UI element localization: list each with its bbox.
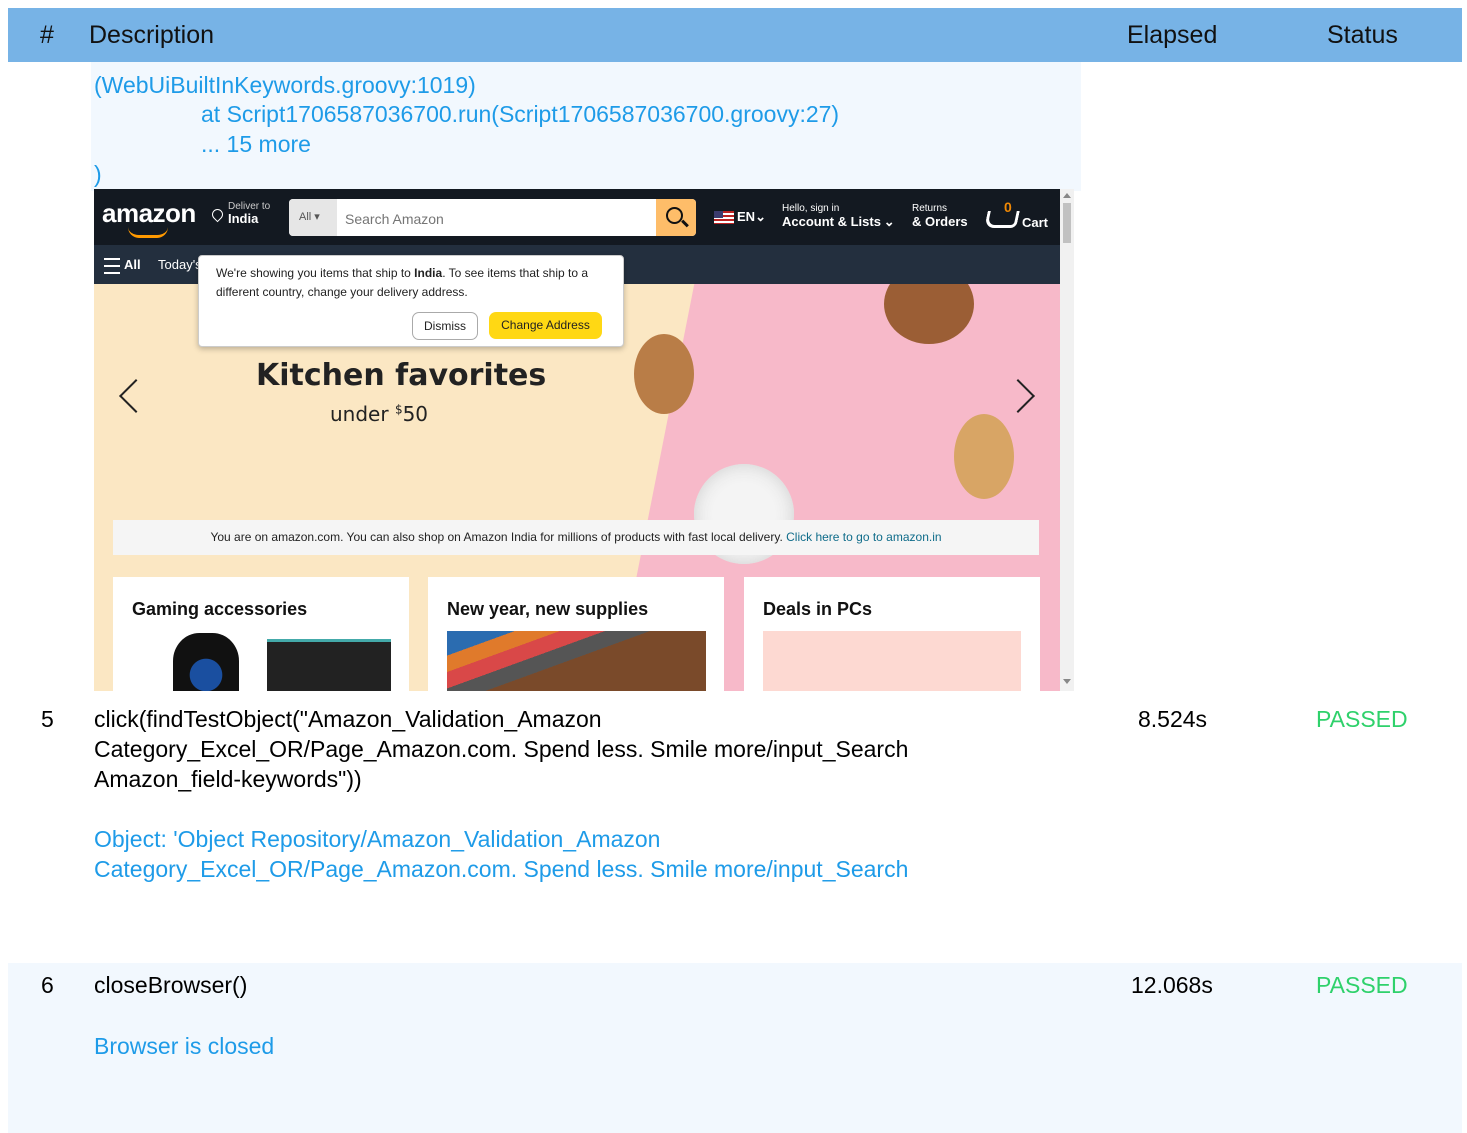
menu-icon[interactable] xyxy=(104,258,120,274)
card-title: Deals in PCs xyxy=(763,599,873,619)
keyboard-image xyxy=(267,639,391,691)
hello-label: Hello, sign in xyxy=(782,203,840,214)
hero-subtitle: under $50 xyxy=(330,402,428,426)
amazon-in-link[interactable]: Click here to go to amazon.in xyxy=(786,530,941,544)
cart-count: 0 xyxy=(1004,199,1012,215)
col-header-description: Description xyxy=(89,21,215,49)
cart-icon xyxy=(984,211,1020,228)
returns-label: Returns xyxy=(912,203,948,214)
screenshot-scrollbar[interactable] xyxy=(1060,189,1074,691)
log-line: at Script1706587036700.run(Script1706587… xyxy=(201,101,840,127)
popup-country: India xyxy=(414,266,443,280)
location-pin-icon xyxy=(209,206,226,223)
popup-text-part: We're showing you items that ship to xyxy=(216,266,415,280)
step-status: PASSED xyxy=(1316,706,1408,732)
scroll-up-icon[interactable] xyxy=(1063,193,1071,198)
us-flag-icon xyxy=(714,211,734,224)
deliver-country: India xyxy=(228,211,259,226)
wooden-spoon-image xyxy=(634,334,694,414)
col-header-elapsed: Elapsed xyxy=(1127,21,1218,49)
todays-deals-link[interactable]: Today's xyxy=(158,257,202,272)
pc-image xyxy=(763,631,1021,691)
search-button[interactable] xyxy=(656,199,696,236)
search-input[interactable] xyxy=(339,199,657,236)
language-label: EN xyxy=(737,209,756,224)
search-bar: All ▾ xyxy=(289,199,696,236)
orders-label: & Orders xyxy=(912,214,968,229)
step-detail[interactable]: Browser is closed xyxy=(94,1031,274,1061)
dismiss-button[interactable]: Dismiss xyxy=(412,312,478,340)
log-line: (WebUiBuiltInKeywords.groovy:1019) xyxy=(94,72,476,98)
hero-title: Kitchen favorites xyxy=(256,358,547,393)
col-header-num: # xyxy=(40,21,54,49)
step-description: closeBrowser() xyxy=(94,972,248,998)
step-status: PASSED xyxy=(1316,972,1408,998)
account-lists[interactable]: Hello, sign in Account & Lists ⌄ xyxy=(782,202,895,230)
step-elapsed: 8.524s xyxy=(1138,706,1208,732)
card-title: Gaming accessories xyxy=(132,599,308,619)
log-line: ) xyxy=(94,161,102,187)
scroll-thumb[interactable] xyxy=(1063,203,1071,243)
carousel-prev-icon[interactable] xyxy=(119,379,153,413)
card-supplies[interactable]: New year, new supplies xyxy=(428,577,724,691)
amazon-logo[interactable]: amazon xyxy=(102,198,196,229)
hero-currency: $ xyxy=(394,402,403,417)
deliver-to[interactable]: Deliver to India xyxy=(228,201,270,227)
cart-label: Cart xyxy=(1022,215,1049,230)
card-pcs[interactable]: Deals in PCs xyxy=(744,577,1040,691)
locale-notice: You are on amazon.com. You can also shop… xyxy=(113,520,1039,555)
step-elapsed: 12.068s xyxy=(1131,972,1213,998)
step-detail[interactable]: Object: 'Object Repository/Amazon_Valida… xyxy=(94,824,974,884)
log-line: ... 15 more xyxy=(201,131,311,157)
step-description: click(findTestObject("Amazon_Validation_… xyxy=(94,706,909,792)
supplies-image xyxy=(447,631,706,691)
card-title: New year, new supplies xyxy=(447,599,649,619)
returns-orders[interactable]: Returns & Orders xyxy=(912,202,968,230)
amazon-smile-icon xyxy=(128,227,168,238)
notice-text: You are on amazon.com. You can also shop… xyxy=(210,530,787,544)
hero-under-label: under xyxy=(330,402,395,426)
delivery-popup: We're showing you items that ship to Ind… xyxy=(198,255,624,347)
step-number: 5 xyxy=(41,706,54,732)
step-number: 6 xyxy=(41,972,54,998)
account-label: Account & Lists xyxy=(782,214,881,229)
hero-price: 50 xyxy=(402,402,429,426)
wooden-spoon-image xyxy=(954,414,1014,499)
embedded-screenshot: amazon Deliver to India All ▾ EN⌄ Hello,… xyxy=(94,189,1074,691)
change-address-button[interactable]: Change Address xyxy=(489,312,602,339)
cart-button[interactable]: 0 Cart xyxy=(984,199,1054,237)
table-header: # Description Elapsed Status xyxy=(8,8,1462,62)
amazon-navbar: amazon Deliver to India All ▾ EN⌄ Hello,… xyxy=(94,189,1060,245)
scroll-down-icon[interactable] xyxy=(1063,679,1071,684)
language-selector[interactable]: EN⌄ xyxy=(737,209,766,225)
headset-image xyxy=(173,633,239,691)
card-gaming[interactable]: Gaming accessories xyxy=(113,577,409,691)
popup-text: We're showing you items that ship to Ind… xyxy=(216,264,611,302)
search-icon-handle xyxy=(681,219,689,228)
search-category-select[interactable]: All ▾ xyxy=(289,199,337,236)
col-header-status: Status xyxy=(1327,21,1398,49)
all-menu[interactable]: All xyxy=(124,257,141,272)
search-category-label: All xyxy=(299,211,312,223)
